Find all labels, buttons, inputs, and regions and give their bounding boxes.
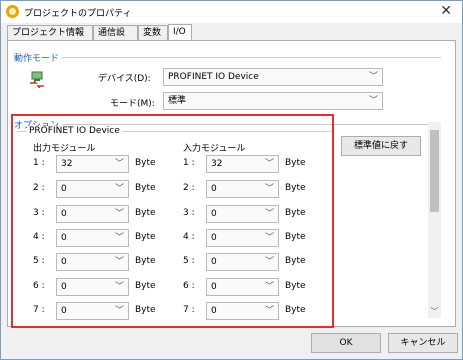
highlight-box — [11, 114, 334, 328]
scroll-down-icon[interactable]: ﹀ — [428, 306, 441, 317]
tab-io[interactable]: I/O — [168, 24, 192, 41]
properties-dialog: プロジェクトのプロパティ ✕ プロジェクト情報 通信設定 変数 I/O 動作モー… — [0, 0, 463, 360]
comm-mode-divider — [15, 57, 441, 58]
tab-variables[interactable]: 変数 — [138, 25, 168, 40]
network-device-icon — [30, 71, 44, 88]
close-icon[interactable]: ✕ — [440, 3, 452, 19]
device-select[interactable]: PROFINET IO Device ﹀ — [163, 68, 383, 86]
device-label: デバイス(D): — [98, 74, 151, 84]
mode-select[interactable]: 標準 ﹀ — [163, 92, 383, 110]
window-title: プロジェクトのプロパティ — [24, 9, 132, 19]
title-bar: プロジェクトのプロパティ ✕ — [1, 1, 462, 23]
reset-defaults-button[interactable]: 標準値に戻す — [341, 136, 421, 156]
mode-label: モード(M): — [110, 99, 155, 109]
tab-comm-settings[interactable]: 通信設定 — [93, 25, 138, 53]
app-icon — [6, 5, 19, 18]
cancel-button[interactable]: キャンセル — [388, 333, 458, 353]
chevron-down-icon: ﹀ — [368, 72, 378, 82]
ok-button[interactable]: OK — [311, 333, 381, 353]
mode-select-value: 標準 — [168, 96, 187, 106]
tab-project-info[interactable]: プロジェクト情報 — [7, 25, 93, 40]
scrollbar-thumb[interactable] — [430, 130, 439, 212]
comm-mode-group-label: 動作モード — [14, 51, 63, 64]
device-select-value: PROFINET IO Device — [168, 72, 259, 82]
options-scrollbar[interactable]: ﹀ — [428, 122, 441, 318]
chevron-down-icon: ﹀ — [368, 96, 378, 106]
